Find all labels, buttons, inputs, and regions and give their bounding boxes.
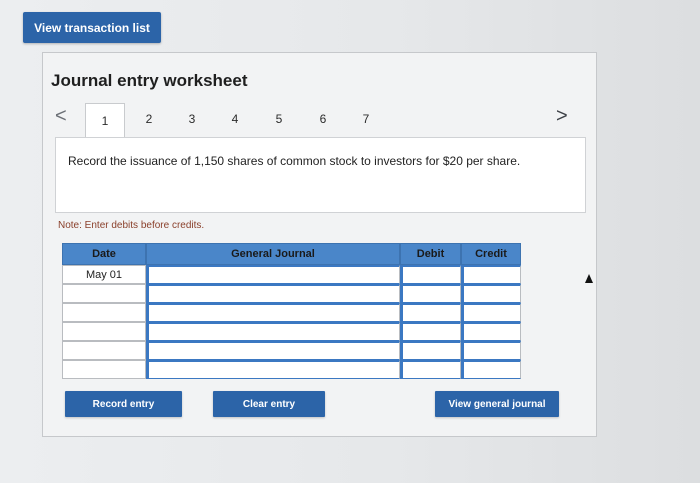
- debit-input[interactable]: [400, 265, 461, 284]
- journal-table: Date General Journal Debit Credit May 01: [62, 243, 521, 379]
- date-cell[interactable]: [62, 284, 146, 303]
- tab-4[interactable]: 4: [215, 103, 255, 135]
- date-cell[interactable]: [62, 303, 146, 322]
- table-row: [62, 341, 521, 360]
- previous-arrow-icon[interactable]: <: [55, 105, 67, 128]
- entry-pager: < 1 2 3 4 5 6 7 >: [43, 103, 598, 137]
- debit-input[interactable]: [400, 322, 461, 341]
- journal-account-input[interactable]: [146, 360, 400, 379]
- table-row: [62, 303, 521, 322]
- debit-input[interactable]: [400, 341, 461, 360]
- clear-entry-button[interactable]: Clear entry: [213, 391, 325, 417]
- journal-entry-worksheet-panel: Journal entry worksheet < 1 2 3 4 5 6 7 …: [42, 52, 597, 437]
- date-cell[interactable]: [62, 341, 146, 360]
- credit-input[interactable]: [461, 341, 521, 360]
- view-transaction-list-button[interactable]: View transaction list: [23, 12, 161, 43]
- tab-3[interactable]: 3: [172, 103, 212, 135]
- journal-account-input[interactable]: [146, 322, 400, 341]
- mouse-cursor-icon: [585, 274, 593, 283]
- journal-account-input[interactable]: [146, 341, 400, 360]
- credit-input[interactable]: [461, 360, 521, 379]
- table-row: [62, 322, 521, 341]
- debit-input[interactable]: [400, 303, 461, 322]
- table-row: May 01: [62, 265, 521, 284]
- credit-input[interactable]: [461, 303, 521, 322]
- credit-input[interactable]: [461, 284, 521, 303]
- journal-account-input[interactable]: [146, 303, 400, 322]
- instruction-box: Record the issuance of 1,150 shares of c…: [55, 137, 586, 213]
- credit-input[interactable]: [461, 265, 521, 284]
- tab-7[interactable]: 7: [346, 103, 386, 135]
- tab-5[interactable]: 5: [259, 103, 299, 135]
- note-text: Note: Enter debits before credits.: [58, 220, 205, 231]
- table-row: [62, 284, 521, 303]
- table-row: [62, 360, 521, 379]
- column-header-credit: Credit: [461, 243, 521, 265]
- table-header-row: Date General Journal Debit Credit: [62, 243, 521, 265]
- tab-2[interactable]: 2: [129, 103, 169, 135]
- journal-account-input[interactable]: [146, 284, 400, 303]
- next-arrow-icon[interactable]: >: [556, 105, 568, 128]
- date-cell[interactable]: [62, 322, 146, 341]
- debit-input[interactable]: [400, 284, 461, 303]
- debit-input[interactable]: [400, 360, 461, 379]
- column-header-general-journal: General Journal: [146, 243, 400, 265]
- credit-input[interactable]: [461, 322, 521, 341]
- tab-6[interactable]: 6: [303, 103, 343, 135]
- column-header-date: Date: [62, 243, 146, 265]
- record-entry-button[interactable]: Record entry: [65, 391, 182, 417]
- date-cell[interactable]: May 01: [62, 265, 146, 284]
- column-header-debit: Debit: [400, 243, 461, 265]
- date-cell[interactable]: [62, 360, 146, 379]
- tab-1[interactable]: 1: [85, 103, 125, 137]
- worksheet-title: Journal entry worksheet: [51, 71, 248, 90]
- instruction-text: Record the issuance of 1,150 shares of c…: [68, 154, 521, 168]
- view-general-journal-button[interactable]: View general journal: [435, 391, 559, 417]
- journal-account-input[interactable]: [146, 265, 400, 284]
